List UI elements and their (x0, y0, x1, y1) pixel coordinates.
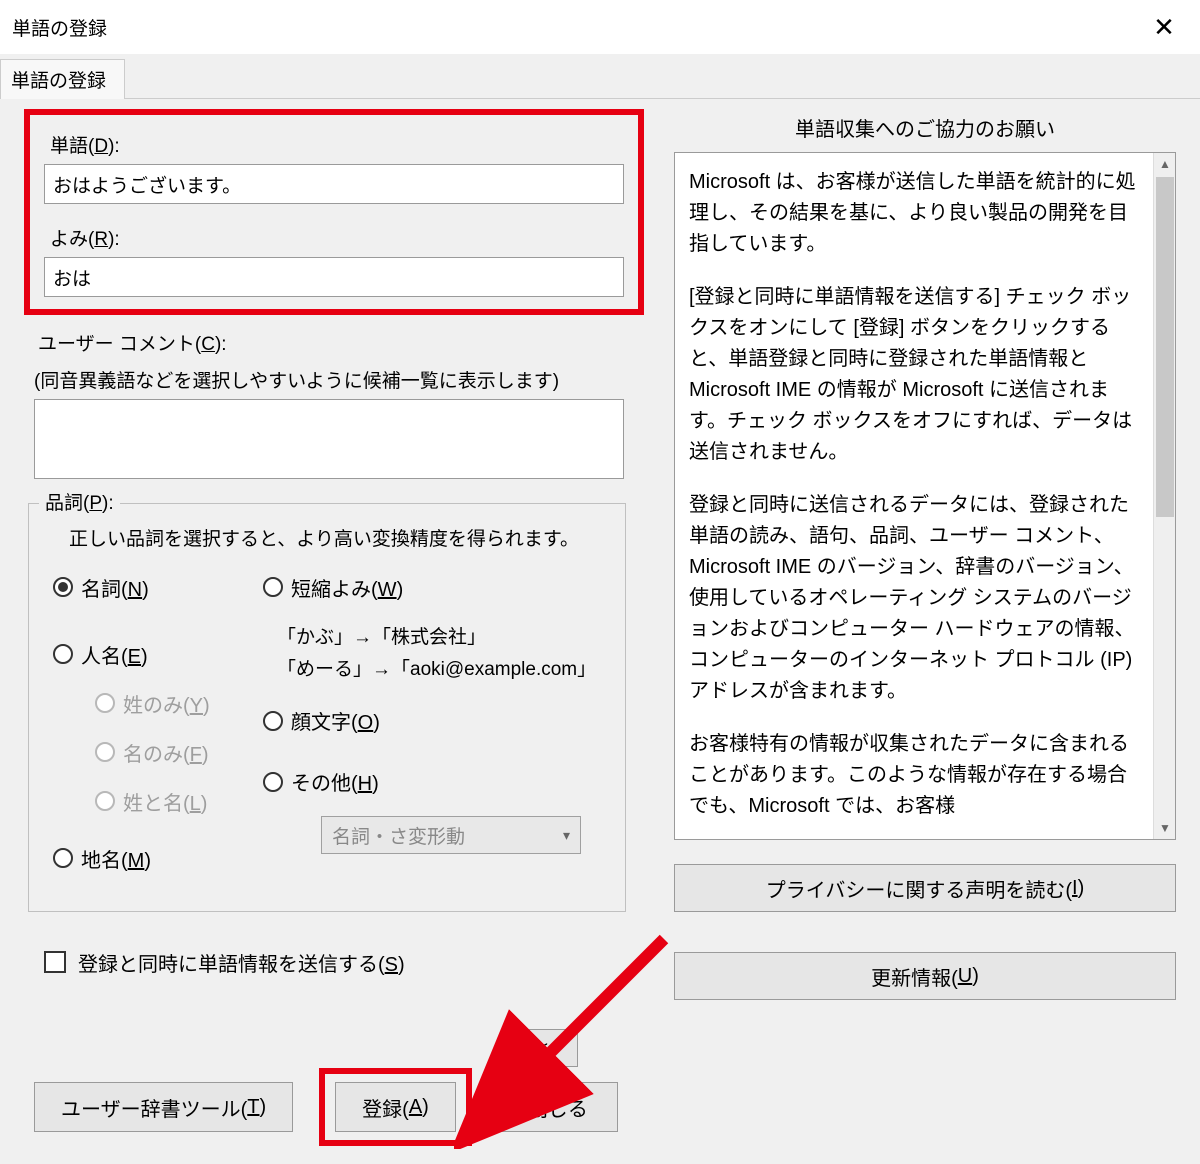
info-box: Microsoft は、お客様が送信した単語を統計的に処理し、その結果を基に、よ… (674, 152, 1176, 840)
radio-icon (53, 577, 73, 597)
word-input[interactable] (44, 164, 624, 204)
comment-input[interactable] (34, 399, 624, 479)
radio-surname-only: 姓のみ(Y) (95, 689, 263, 718)
left-pane: 単語(D): よみ(R): ユーザー コメント(C): (同音異義語などを選択し… (24, 109, 644, 1024)
scrollbar[interactable]: ▲ ▼ (1153, 153, 1175, 839)
update-info-button[interactable]: 更新情報(U) (674, 952, 1176, 1000)
radio-kaomoji[interactable]: 顔文字(O) (263, 706, 601, 735)
comment-label: ユーザー コメント(C): (38, 329, 644, 356)
close-button[interactable]: 閉じる (498, 1082, 618, 1132)
pos-desc: 正しい品詞を選択すると、より高い変換精度を得られます。 (69, 526, 601, 555)
right-pane: 単語収集へのご協力のお願い Microsoft は、お客様が送信した単語を統計的… (674, 109, 1176, 1024)
send-info-checkbox-row[interactable]: 登録と同時に単語情報を送信する(S) (44, 948, 644, 977)
reading-label: よみ(R): (50, 224, 624, 251)
pos-select-value: 名詞・さ変形動 (332, 822, 465, 849)
radio-icon (95, 693, 115, 713)
abbrev-samples: 「かぶ」→「株式会社」 「めーる」→「aoki@example.com」 (277, 622, 601, 687)
scroll-up-icon[interactable]: ▲ (1154, 153, 1176, 175)
annotation-highlight-box: 単語(D): よみ(R): (24, 109, 644, 315)
tabbar: 単語の登録 (0, 58, 1200, 99)
chevron-down-icon: ▾ (563, 827, 570, 844)
word-label: 単語(D): (50, 131, 624, 158)
info-text: Microsoft は、お客様が送信した単語を統計的に処理し、その結果を基に、よ… (675, 153, 1153, 839)
scroll-down-icon[interactable]: ▼ (1154, 817, 1176, 839)
reading-input[interactable] (44, 257, 624, 297)
radio-icon (263, 577, 283, 597)
collapse-button[interactable]: << (518, 1029, 578, 1067)
window-title: 単語の登録 (12, 14, 107, 41)
button-bar: ユーザー辞書ツール(T) 登録(A) 閉じる (0, 1034, 1200, 1164)
radio-abbrev[interactable]: 短縮よみ(W) (263, 573, 601, 602)
radio-icon (95, 742, 115, 762)
tab-label: 単語の登録 (11, 71, 106, 92)
radio-place[interactable]: 地名(M) (53, 844, 263, 873)
radio-other[interactable]: その他(H) (263, 767, 601, 796)
radio-person[interactable]: 人名(E) (53, 640, 263, 669)
radio-given-only: 名のみ(F) (95, 738, 263, 767)
radio-icon (95, 791, 115, 811)
pos-select[interactable]: 名詞・さ変形動 ▾ (321, 816, 581, 854)
titlebar: 単語の登録 ✕ (0, 0, 1200, 54)
checkbox-icon (44, 951, 66, 973)
tab-word-register[interactable]: 単語の登録 (0, 59, 125, 99)
register-button[interactable]: 登録(A) (335, 1082, 456, 1132)
pos-legend: 品詞(P): (39, 488, 120, 515)
pos-group: 品詞(P): 正しい品詞を選択すると、より高い変換精度を得られます。 名詞(N)… (28, 503, 626, 912)
radio-icon (53, 644, 73, 664)
right-title: 単語収集へのご協力のお願い (674, 113, 1176, 142)
close-icon[interactable]: ✕ (1144, 12, 1184, 43)
send-info-label: 登録と同時に単語情報を送信する(S) (78, 948, 405, 977)
radio-icon (263, 772, 283, 792)
radio-noun[interactable]: 名詞(N) (53, 573, 263, 602)
user-dict-tool-button[interactable]: ユーザー辞書ツール(T) (34, 1082, 293, 1132)
scroll-thumb[interactable] (1156, 177, 1174, 517)
radio-icon (263, 711, 283, 731)
annotation-highlight-register: 登録(A) (319, 1068, 472, 1146)
radio-fullname: 姓と名(L) (95, 787, 263, 816)
privacy-statement-button[interactable]: プライバシーに関する声明を読む(I) (674, 864, 1176, 912)
comment-help-text: (同音異義語などを選択しやすいように候補一覧に表示します) (34, 366, 644, 393)
radio-icon (53, 848, 73, 868)
